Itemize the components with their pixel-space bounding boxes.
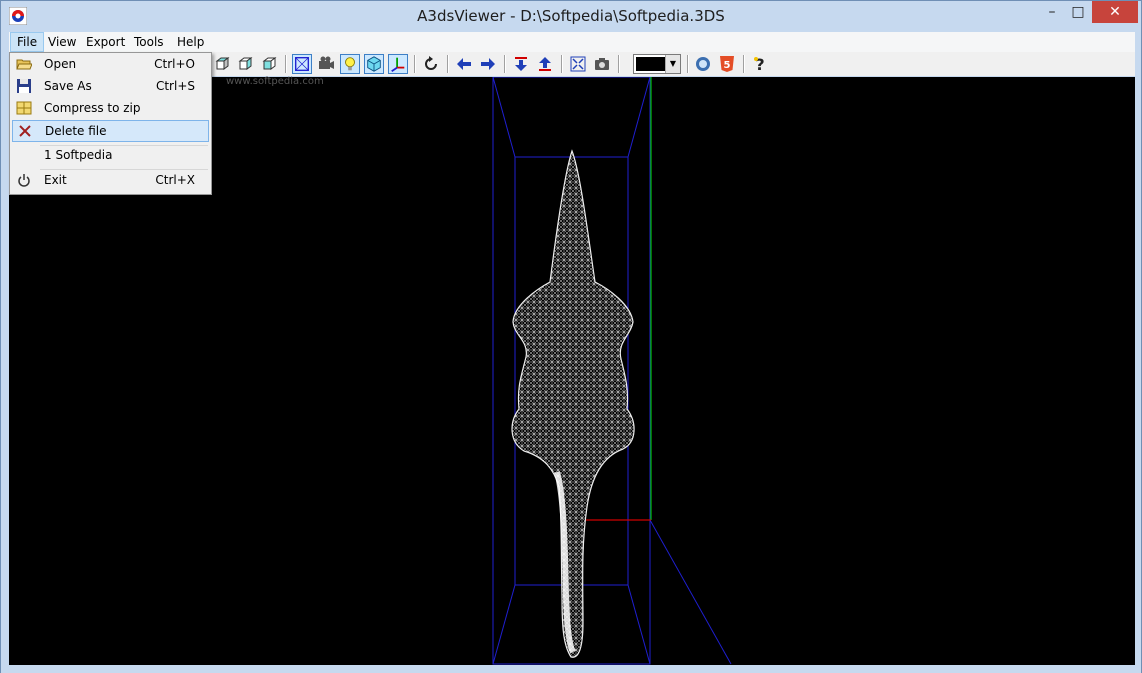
menu-item-open[interactable]: Open Ctrl+O (12, 53, 209, 75)
power-icon (18, 174, 30, 187)
arrow-left-icon[interactable] (454, 54, 474, 74)
toolbar-separator (687, 55, 689, 73)
menu-tools[interactable]: Tools (128, 32, 170, 52)
file-menu-dropdown: Open Ctrl+O Save As Ctrl+S Compress to z… (9, 52, 212, 195)
svg-text:5: 5 (724, 60, 731, 71)
help-icon[interactable]: ? (750, 54, 770, 74)
wireframe-model (511, 149, 635, 658)
menu-view[interactable]: View (42, 32, 82, 52)
floppy-disk-icon (17, 79, 31, 93)
app-window: A3dsViewer - D:\Softpedia\Softpedia.3DS … (0, 0, 1142, 673)
menu-bar: File View Export Tools Help (9, 32, 1135, 52)
watermark: www.softpedia.com (226, 76, 324, 87)
menu-file[interactable]: File (10, 32, 45, 52)
menu-help[interactable]: Help (171, 32, 210, 52)
arrow-right-icon[interactable] (478, 54, 498, 74)
window-bottom-border (1, 665, 1141, 673)
menu-item-label: Save As (44, 79, 92, 93)
screenshot-camera-icon[interactable] (592, 54, 612, 74)
chevron-down-icon[interactable]: ▼ (665, 55, 680, 73)
cube-front-icon[interactable] (212, 54, 232, 74)
menu-item-delete-file[interactable]: Delete file (12, 120, 209, 142)
zip-archive-icon (16, 101, 32, 115)
menu-item-label: 1 Softpedia (44, 148, 113, 162)
toolbar-separator (743, 55, 745, 73)
light-bulb-icon[interactable] (340, 54, 360, 74)
axes-icon[interactable] (388, 54, 408, 74)
menu-item-shortcut: Ctrl+O (154, 57, 195, 71)
title-bar[interactable]: A3dsViewer - D:\Softpedia\Softpedia.3DS … (1, 1, 1141, 31)
html5-icon[interactable]: 5 (717, 54, 737, 74)
arrow-up-icon[interactable] (535, 54, 555, 74)
toolbar-separator (504, 55, 506, 73)
background-color-picker[interactable]: ▼ (633, 54, 681, 74)
toolbar-separator (414, 55, 416, 73)
cube-top-icon[interactable] (259, 54, 279, 74)
cube-side-icon[interactable] (235, 54, 255, 74)
bounding-box-icon[interactable] (292, 54, 312, 74)
menu-item-compress-zip[interactable]: Compress to zip (12, 97, 209, 119)
folder-open-icon (16, 59, 32, 70)
menu-item-label: Open (44, 57, 77, 71)
menu-item-label: Delete file (45, 124, 107, 138)
minimize-button[interactable]: – (1039, 1, 1065, 23)
toolbar-separator (285, 55, 287, 73)
toolbar-separator (561, 55, 563, 73)
menu-item-label: Exit (44, 173, 67, 187)
delete-x-icon (19, 125, 31, 137)
toolbar-separator (447, 55, 449, 73)
menu-item-label: Compress to zip (44, 101, 141, 115)
menu-item-recent-file[interactable]: 1 Softpedia (12, 144, 209, 166)
menu-export[interactable]: Export (80, 32, 131, 52)
menu-item-shortcut: Ctrl+X (155, 173, 195, 187)
color-swatch (636, 57, 666, 71)
toolbar-separator (618, 55, 620, 73)
menu-item-shortcut: Ctrl+S (155, 79, 195, 93)
camera-film-icon[interactable] (316, 54, 336, 74)
close-button[interactable]: ✕ (1092, 1, 1138, 23)
cube-solid-icon[interactable] (364, 54, 384, 74)
menu-item-exit[interactable]: Exit Ctrl+X (12, 169, 209, 191)
arrow-down-icon[interactable] (511, 54, 531, 74)
window-title: A3dsViewer - D:\Softpedia\Softpedia.3DS (417, 7, 725, 25)
fit-screen-icon[interactable] (568, 54, 588, 74)
pdf-3d-icon[interactable] (693, 54, 713, 74)
rotate-icon[interactable] (421, 54, 441, 74)
maximize-button[interactable]: □ (1065, 1, 1091, 23)
menu-item-save-as[interactable]: Save As Ctrl+S (12, 75, 209, 97)
